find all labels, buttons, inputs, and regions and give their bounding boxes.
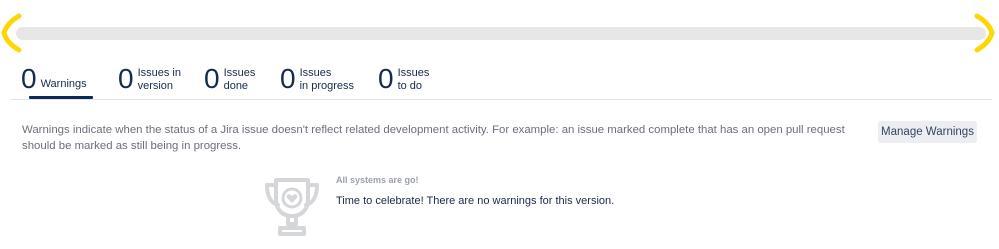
warnings-description: Warnings indicate when the status of a J… xyxy=(22,124,845,152)
trophy-icon xyxy=(265,178,319,236)
tab-label: Warnings xyxy=(40,78,87,90)
tab-issues-in-version[interactable]: 0 Issues in version xyxy=(118,62,181,100)
tab-label: Issues in version xyxy=(137,67,181,92)
release-progress xyxy=(0,6,999,62)
tab-count: 0 xyxy=(21,63,37,94)
tab-count: 0 xyxy=(280,63,296,94)
tab-label: Issues done xyxy=(223,67,256,92)
issue-tabs: 0 Warnings 0 Issues in version 0 Issues … xyxy=(21,62,991,100)
tab-label: Issues to do xyxy=(397,67,430,92)
tab-count: 0 xyxy=(204,63,220,94)
tabs-divider xyxy=(10,99,992,100)
tab-count: 0 xyxy=(378,63,394,94)
empty-state-title: All systems are go! xyxy=(336,175,419,185)
tab-issues-done[interactable]: 0 Issues done xyxy=(204,62,255,100)
progress-track xyxy=(16,27,986,40)
empty-state-message: Time to celebrate! There are no warnings… xyxy=(336,195,615,207)
right-bracket-icon xyxy=(974,13,995,53)
tab-count: 0 xyxy=(118,63,134,94)
tab-label: Issues in progress xyxy=(299,67,354,92)
tab-warnings[interactable]: 0 Warnings xyxy=(21,62,93,100)
tab-issues-to-do[interactable]: 0 Issues to do xyxy=(378,62,429,100)
manage-warnings-button[interactable]: Manage Warnings xyxy=(878,121,977,143)
tab-issues-in-progress[interactable]: 0 Issues in progress xyxy=(280,62,354,100)
release-warnings-panel: 0 Warnings 0 Issues in version 0 Issues … xyxy=(0,0,999,249)
